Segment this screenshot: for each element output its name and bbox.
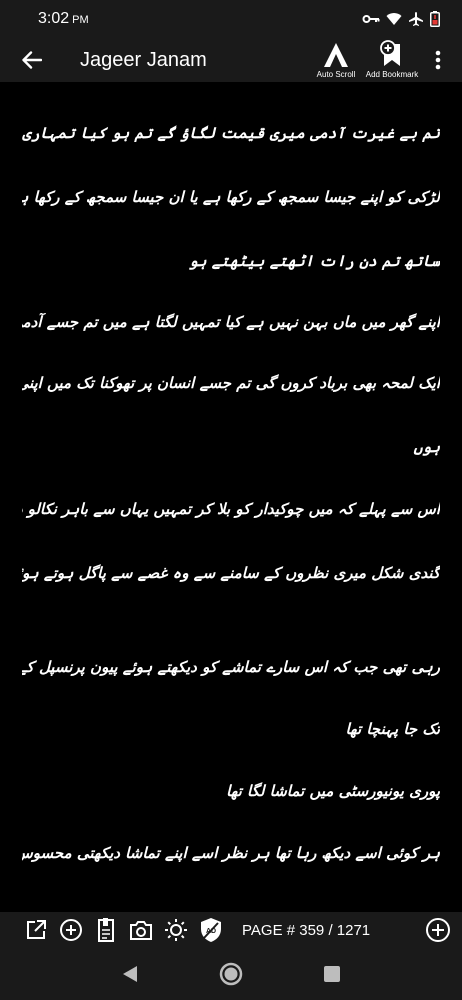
no-ads-shield-icon: AD [201, 918, 221, 942]
text-line: گندی شکل میری نظروں کے سامنے سے وہ غصے س… [22, 564, 440, 582]
text-line: اس سے پہلے کہ میں چوکیدار کو بلا کر تمہی… [22, 500, 440, 518]
text-line: اپنے گھر میں ماں بہن نہیں ہے کیا تمہیں ل… [22, 313, 440, 331]
share-icon [27, 920, 46, 939]
arrow-back-icon [22, 51, 42, 69]
auto-scroll-button[interactable]: Auto Scroll [314, 38, 358, 82]
add-bookmark-icon [380, 40, 400, 66]
more-vert-icon [435, 50, 441, 70]
vpn-key-icon [362, 13, 380, 25]
add-bookmark-label: Add Bookmark [365, 70, 419, 79]
add-page-button[interactable] [424, 916, 452, 944]
battery-icon [430, 11, 440, 27]
page-indicator[interactable]: PAGE # 359 / 1271 [242, 922, 370, 939]
text-line: ساتھ تم دن رات اٹھتے بیٹھتے ہو [188, 252, 440, 270]
bottom-toolbar: AD PAGE # 359 / 1271 [0, 912, 462, 948]
nav-home-button[interactable] [211, 954, 251, 994]
text-line: ہوں [413, 438, 440, 456]
status-ampm: PM [72, 14, 89, 26]
nav-recents-button[interactable] [312, 954, 352, 994]
reader-content[interactable]: تم بے غیرت آدمی میری قیمت لگاؤ گے تم ہو … [0, 82, 462, 912]
book-list-icon [98, 918, 114, 942]
system-nav-bar [0, 948, 462, 1000]
sun-icon [165, 919, 187, 941]
text-line: تم بے غیرت آدمی میری قیمت لگاؤ گے تم ہو … [22, 124, 440, 142]
plus-circle-icon [426, 918, 450, 942]
app-bar: Jageer Janam Auto Scroll Add Bookmark [0, 38, 462, 82]
nav-back-button[interactable] [110, 954, 150, 994]
zoom-in-button[interactable] [59, 917, 83, 943]
add-circle-icon [60, 919, 82, 941]
text-line: پوری یونیورسٹی میں تماشا لگا تھا [226, 782, 440, 800]
wifi-icon [386, 12, 402, 26]
auto-scroll-icon [324, 43, 348, 67]
more-options-button[interactable] [426, 38, 450, 82]
text-line: تک جا پہنچا تھا [345, 720, 440, 738]
screenshot-button[interactable] [129, 917, 153, 943]
brightness-button[interactable] [164, 917, 188, 943]
airplane-icon [408, 11, 424, 27]
bookmarks-list-button[interactable] [94, 917, 118, 943]
add-bookmark-button[interactable]: Add Bookmark [364, 38, 420, 82]
status-time-value: 3:02 [38, 10, 70, 27]
text-line: لڑکی کو اپنے جیسا سمجھ کے رکھا ہے یا ان … [22, 188, 440, 206]
nav-back-icon [123, 966, 138, 982]
text-line: ہر کوئی اسے دیکھ رہا تھا ہر نظر اسے اپنے… [22, 844, 440, 862]
nav-home-icon [219, 962, 243, 986]
status-bar: 3:02 PM [0, 0, 462, 38]
nav-recents-icon [323, 966, 340, 982]
camera-icon [130, 921, 152, 940]
auto-scroll-label: Auto Scroll [316, 70, 356, 79]
text-line: رہی تھی جب کہ اس سارے تماشے کو دیکھتے ہو… [22, 658, 440, 676]
status-time: 3:02 PM [38, 10, 89, 28]
remove-ads-button[interactable]: AD [199, 917, 223, 943]
book-title: Jageer Janam [80, 48, 207, 71]
share-button[interactable] [24, 917, 48, 943]
back-button[interactable] [4, 38, 60, 82]
status-icons [362, 11, 440, 27]
text-line: ایک لمحہ بھی برباد کروں گی تم جسے انسان … [22, 374, 440, 392]
